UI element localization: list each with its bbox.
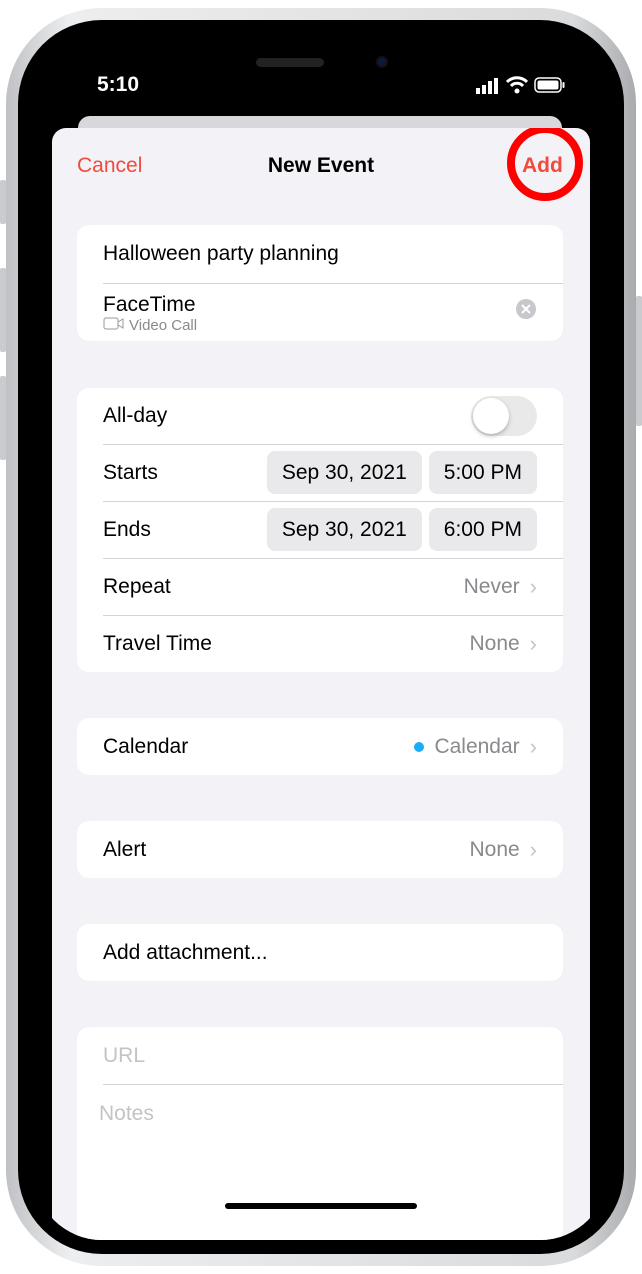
notes-placeholder: Notes xyxy=(99,1102,154,1125)
starts-row: Starts Sep 30, 2021 5:00 PM xyxy=(77,444,563,501)
title-field[interactable]: Halloween party planning xyxy=(77,225,563,283)
ends-time-button[interactable]: 6:00 PM xyxy=(428,508,537,551)
notes-field[interactable]: Notes xyxy=(77,1084,563,1240)
camera xyxy=(376,56,388,68)
attachment-label: Add attachment... xyxy=(103,940,268,964)
video-camera-icon xyxy=(103,317,125,334)
starts-time-button[interactable]: 5:00 PM xyxy=(428,451,537,494)
mute-switch xyxy=(0,180,6,224)
allday-row: All-day xyxy=(77,388,563,444)
location-value: FaceTime xyxy=(103,292,196,316)
speaker-grille xyxy=(256,58,324,67)
ends-row: Ends Sep 30, 2021 6:00 PM xyxy=(77,501,563,558)
title-location-card: Halloween party planning FaceTime Video … xyxy=(77,225,563,341)
repeat-value: Never xyxy=(463,574,520,598)
travel-label: Travel Time xyxy=(103,631,212,655)
chevron-right-icon: › xyxy=(529,836,537,862)
chevron-right-icon: › xyxy=(529,733,537,759)
volume-down-button xyxy=(0,376,6,460)
allday-toggle[interactable] xyxy=(471,396,537,436)
side-button xyxy=(636,296,642,426)
starts-label: Starts xyxy=(103,460,158,484)
alert-card: Alert None › xyxy=(77,821,563,878)
home-indicator[interactable] xyxy=(225,1203,417,1209)
new-event-sheet: Cancel New Event Add Halloween party pla… xyxy=(52,128,590,1240)
travel-time-row[interactable]: Travel Time None › xyxy=(77,615,563,672)
url-field[interactable]: URL xyxy=(77,1027,563,1084)
highlight-circle xyxy=(507,128,583,201)
calendar-label: Calendar xyxy=(103,734,189,758)
calendar-row[interactable]: Calendar Calendar › xyxy=(77,718,563,775)
alert-label: Alert xyxy=(103,837,147,861)
url-placeholder: URL xyxy=(103,1043,146,1067)
status-time: 5:10 xyxy=(97,73,140,96)
wifi-icon xyxy=(505,76,529,99)
ends-date-button[interactable]: Sep 30, 2021 xyxy=(266,508,422,551)
volume-up-button xyxy=(0,268,6,352)
title-value: Halloween party planning xyxy=(103,242,339,265)
screen: 5:10 Cancel New Event Add Halloween part… xyxy=(34,34,608,1240)
allday-label: All-day xyxy=(103,404,168,427)
location-subtitle: Video Call xyxy=(129,316,198,334)
clear-location-icon[interactable] xyxy=(515,298,537,326)
add-attachment-button[interactable]: Add attachment... xyxy=(77,924,563,981)
time-card: All-day Starts Sep 30, 2021 5:00 PM Ends … xyxy=(77,388,563,672)
calendar-value: Calendar xyxy=(434,734,520,758)
chevron-right-icon: › xyxy=(529,630,537,656)
chevron-right-icon: › xyxy=(529,573,537,599)
travel-value: None xyxy=(469,631,520,655)
alert-row[interactable]: Alert None › xyxy=(77,821,563,878)
location-field[interactable]: FaceTime Video Call xyxy=(77,283,563,341)
repeat-label: Repeat xyxy=(103,574,171,598)
battery-icon xyxy=(534,77,566,98)
ends-label: Ends xyxy=(103,517,151,541)
calendar-card: Calendar Calendar › xyxy=(77,718,563,775)
starts-date-button[interactable]: Sep 30, 2021 xyxy=(266,451,422,494)
calendar-color-dot xyxy=(414,741,425,752)
signal-icon xyxy=(476,78,500,99)
attachment-card: Add attachment... xyxy=(77,924,563,981)
alert-value: None xyxy=(469,837,520,861)
repeat-row[interactable]: Repeat Never › xyxy=(77,558,563,615)
